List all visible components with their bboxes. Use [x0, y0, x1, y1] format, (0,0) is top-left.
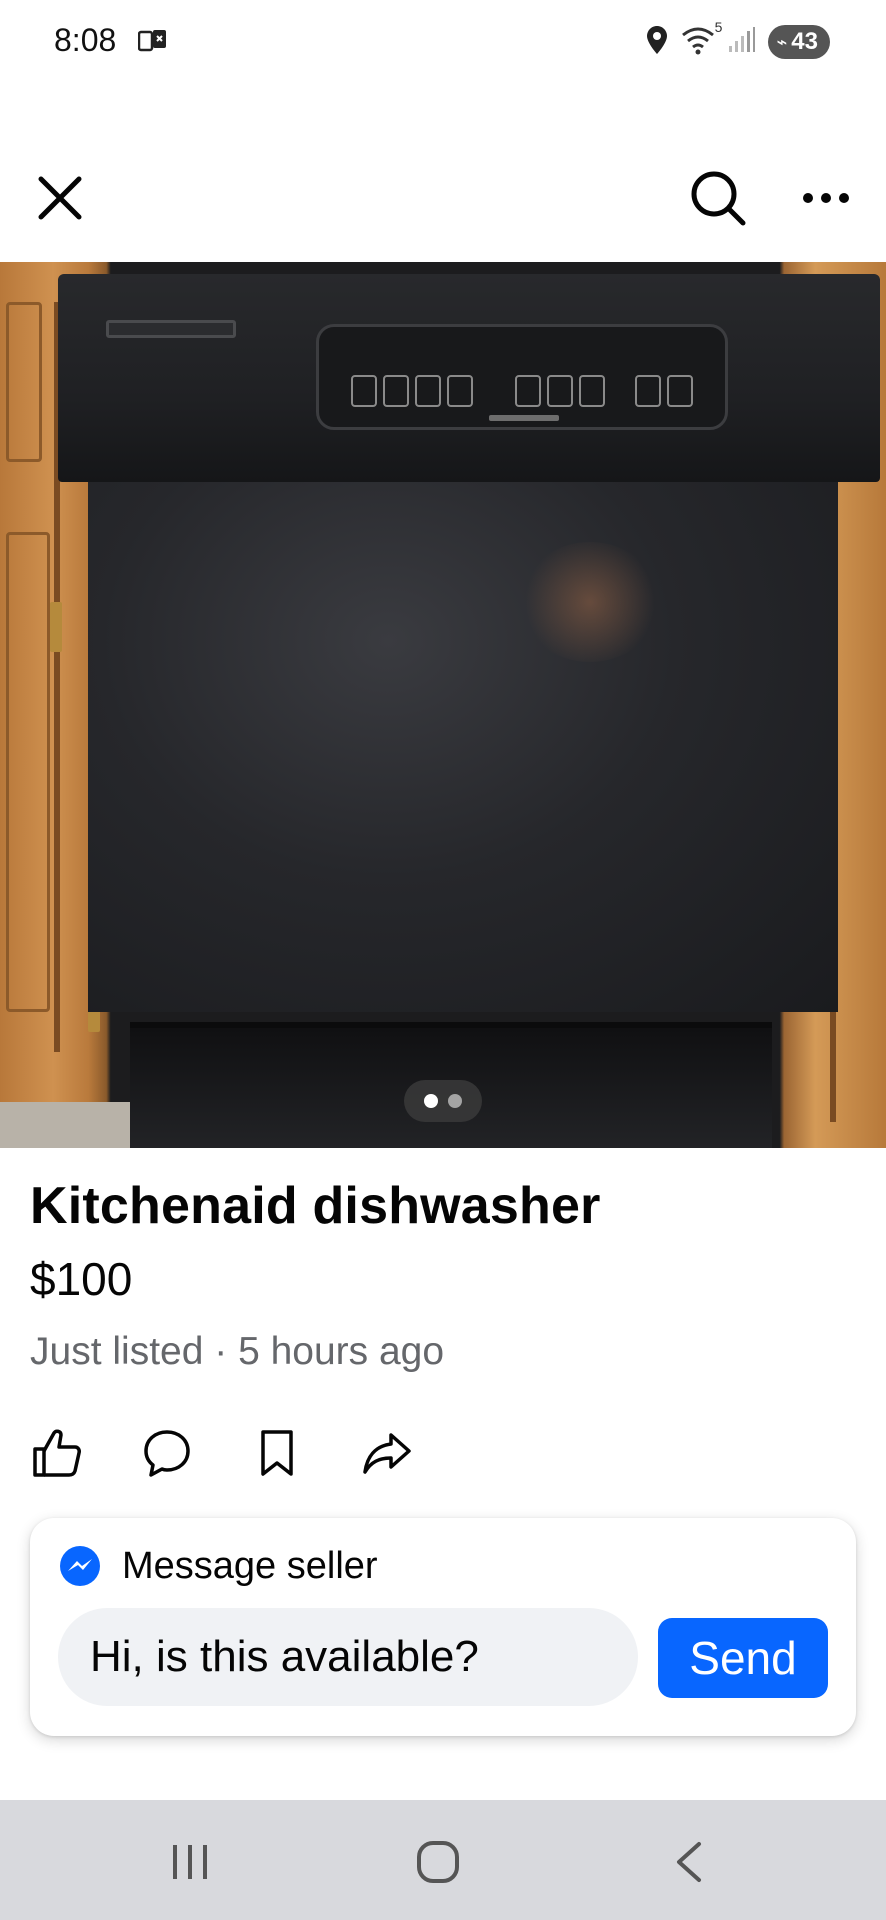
- photo-door-handle: [106, 320, 236, 338]
- close-button[interactable]: [28, 166, 92, 230]
- battery-indicator: ⌁ 43: [768, 25, 830, 59]
- wifi-band-label: 5: [714, 18, 723, 35]
- photo-dishwasher-top: [58, 274, 880, 482]
- system-nav-bar: [0, 1800, 886, 1920]
- page-dot[interactable]: [448, 1094, 462, 1108]
- comment-icon: [144, 1430, 190, 1477]
- home-icon: [417, 1841, 459, 1883]
- status-bar: 8:08 5 ⌁ 43: [0, 0, 886, 86]
- listing-price: $100: [30, 1253, 133, 1305]
- search-icon: [691, 171, 746, 226]
- back-icon: [677, 1842, 701, 1882]
- message-seller-card: Message seller Hi, is this available? Se…: [30, 1518, 856, 1736]
- bookmark-icon: [261, 1430, 293, 1476]
- send-button[interactable]: Send: [658, 1618, 828, 1698]
- more-icon: [803, 193, 849, 203]
- recents-icon: [173, 1845, 207, 1879]
- messenger-icon: [60, 1546, 100, 1586]
- charging-icon: ⌁: [776, 31, 788, 52]
- message-seller-header: Message seller: [58, 1544, 378, 1588]
- status-icons: 5 ⌁ 43: [646, 19, 830, 60]
- home-button[interactable]: [408, 1832, 468, 1892]
- like-button[interactable]: [26, 1422, 88, 1484]
- photo-hinge: [50, 602, 62, 652]
- photo-control-panel: [316, 324, 728, 430]
- close-icon: [38, 176, 82, 220]
- status-time: 8:08: [54, 22, 117, 58]
- message-input[interactable]: Hi, is this available?: [58, 1608, 638, 1706]
- comment-button[interactable]: [136, 1422, 198, 1484]
- back-button[interactable]: [658, 1832, 718, 1892]
- listing-meta: Just listed · 5 hours ago: [30, 1330, 445, 1373]
- listing-title: Kitchenaid dishwasher: [30, 1177, 601, 1235]
- photo-pagination[interactable]: [404, 1080, 482, 1122]
- message-seller-label: Message seller: [122, 1544, 378, 1587]
- listing-photo[interactable]: [0, 262, 886, 1148]
- photo-floor: [0, 1102, 140, 1148]
- search-button[interactable]: [686, 166, 750, 230]
- more-options-button[interactable]: [794, 166, 858, 230]
- wifi-icon: 5: [680, 19, 722, 60]
- save-button[interactable]: [246, 1422, 308, 1484]
- action-row: [26, 1420, 418, 1486]
- notification-app-icon: [137, 28, 168, 54]
- location-icon: [646, 25, 668, 60]
- photo-dishwasher-door: [88, 482, 838, 1012]
- top-nav: [0, 150, 886, 240]
- page-dot-active[interactable]: [424, 1094, 438, 1108]
- photo-cabinet-door: [6, 302, 42, 462]
- share-button[interactable]: [356, 1422, 418, 1484]
- photo-brand-plate: [489, 415, 559, 421]
- share-icon: [363, 1433, 411, 1474]
- recents-button[interactable]: [160, 1832, 220, 1892]
- like-icon: [33, 1429, 81, 1477]
- battery-level: 43: [791, 28, 818, 55]
- photo-reflection: [520, 542, 660, 662]
- photo-cabinet-door: [6, 532, 50, 1012]
- signal-icon: [728, 26, 756, 59]
